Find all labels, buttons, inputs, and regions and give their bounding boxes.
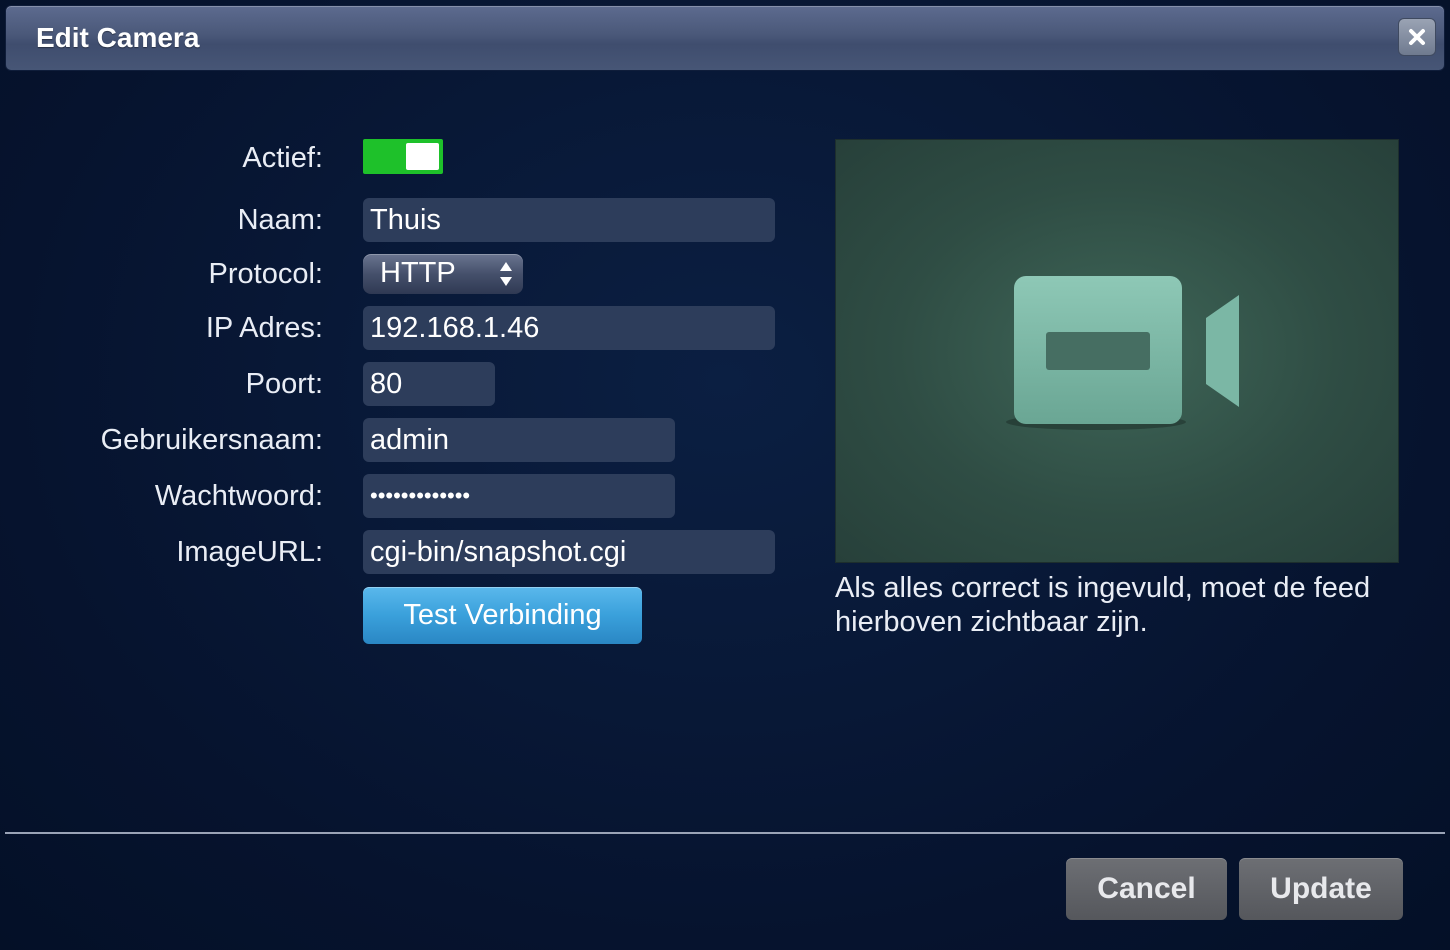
password-field[interactable]: ••••••••••••• bbox=[363, 474, 675, 518]
protocol-label: Protocol: bbox=[208, 258, 323, 290]
close-icon bbox=[1409, 29, 1425, 45]
protocol-select[interactable]: HTTP bbox=[363, 254, 523, 294]
select-arrows-icon bbox=[500, 262, 512, 286]
dialog-titlebar: Edit Camera bbox=[5, 5, 1445, 71]
close-button[interactable] bbox=[1398, 18, 1436, 56]
port-field[interactable] bbox=[363, 362, 495, 406]
username-label: Gebruikersnaam: bbox=[100, 424, 323, 456]
password-label: Wachtwoord: bbox=[154, 480, 323, 512]
toggle-knob bbox=[406, 143, 439, 170]
active-label: Actief: bbox=[242, 142, 323, 174]
ip-field[interactable] bbox=[363, 306, 775, 350]
test-connection-button[interactable]: Test Verbinding bbox=[363, 587, 642, 644]
port-label: Poort: bbox=[245, 368, 323, 400]
video-camera-icon bbox=[1006, 276, 1239, 430]
username-field[interactable] bbox=[363, 418, 675, 462]
name-field[interactable] bbox=[363, 198, 775, 242]
cancel-button[interactable]: Cancel bbox=[1066, 858, 1227, 920]
edit-camera-dialog: Edit Camera Actief: Naam: Protocol: HTTP… bbox=[0, 0, 1450, 950]
footer-divider bbox=[5, 832, 1445, 834]
protocol-value: HTTP bbox=[380, 257, 456, 289]
preview-caption: Als alles correct is ingevuld, moet de f… bbox=[835, 572, 1371, 638]
name-label: Naam: bbox=[237, 204, 323, 236]
imageurl-field[interactable] bbox=[363, 530, 775, 574]
active-toggle[interactable] bbox=[363, 139, 443, 174]
update-button[interactable]: Update bbox=[1239, 858, 1403, 920]
camera-preview bbox=[835, 139, 1399, 563]
imageurl-label: ImageURL: bbox=[176, 536, 323, 568]
ip-label: IP Adres: bbox=[205, 312, 323, 344]
dialog-title: Edit Camera bbox=[36, 22, 200, 53]
